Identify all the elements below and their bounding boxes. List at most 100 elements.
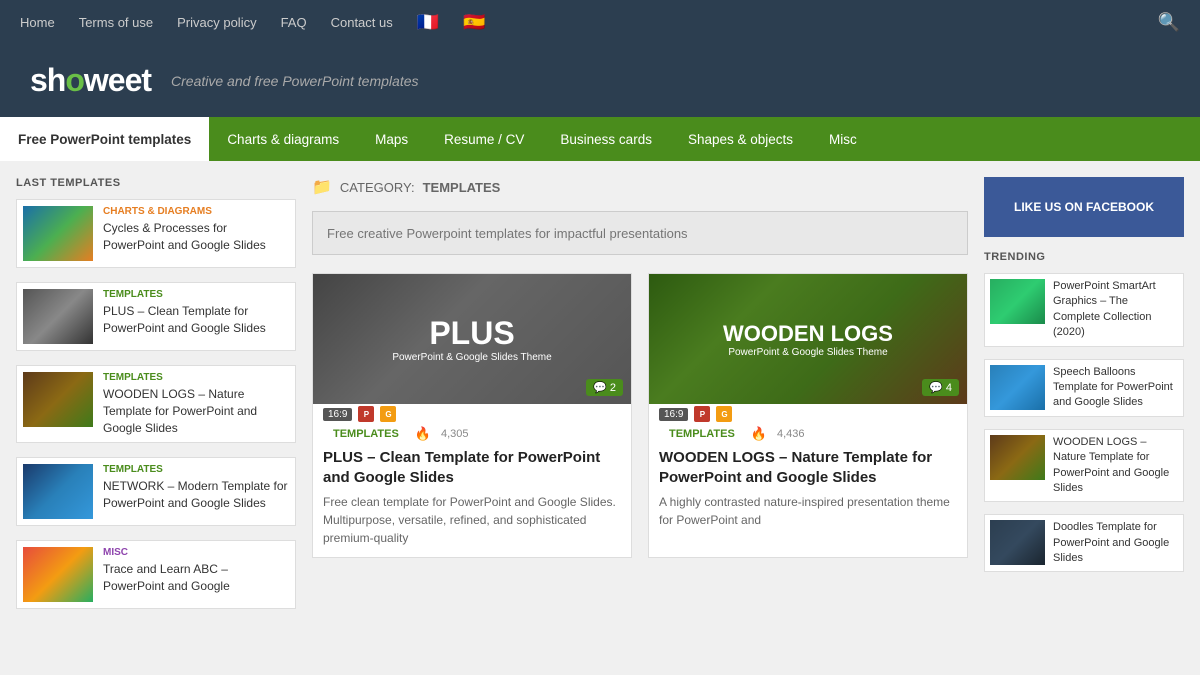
nav-business-cards[interactable]: Business cards	[542, 117, 670, 161]
sidebar-item-info-trace: MISC Trace and Learn ABC – PowerPoint an…	[103, 547, 289, 602]
card-plus-subtitle: PowerPoint & Google Slides Theme	[392, 352, 551, 363]
trending-thumb-speech	[990, 365, 1045, 410]
card-plus-desc: Free clean template for PowerPoint and G…	[323, 493, 621, 547]
sidebar-thumb-trace	[23, 547, 93, 602]
main-navigation: Free PowerPoint templates Charts & diagr…	[0, 117, 1200, 161]
comment-count-plus: 2	[610, 382, 616, 394]
trending-item-speech[interactable]: Speech Balloons Template for PowerPoint …	[984, 359, 1184, 417]
trending-item-doodles[interactable]: Doodles Template for PowerPoint and Goog…	[984, 514, 1184, 572]
card-wooden[interactable]: WOODEN LOGS PowerPoint & Google Slides T…	[648, 273, 968, 558]
trending-item-smartart[interactable]: PowerPoint SmartArt Graphics – The Compl…	[984, 273, 1184, 347]
sidebar-item-cycles[interactable]: CHARTS & DIAGRAMS Cycles & Processes for…	[16, 199, 296, 268]
sidebar-cat-network: TEMPLATES	[103, 464, 289, 475]
sidebar-item-trace[interactable]: MISC Trace and Learn ABC – PowerPoint an…	[16, 540, 296, 609]
card-thumb-plus: PLUS PowerPoint & Google Slides Theme 💬 …	[313, 274, 631, 404]
search-icon[interactable]: 🔍	[1158, 12, 1180, 33]
cards-grid: PLUS PowerPoint & Google Slides Theme 💬 …	[312, 273, 968, 558]
card-plus-body: PLUS – Clean Template for PowerPoint and…	[313, 444, 631, 557]
facebook-box[interactable]: LIKE US ON FACEBOOK	[984, 177, 1184, 237]
trending-thumb-doodles	[990, 520, 1045, 565]
sidebar-title-plus: PLUS – Clean Template for PowerPoint and…	[103, 303, 289, 337]
card-wooden-meta: 16:9 P G	[649, 404, 967, 424]
sidebar-right: LIKE US ON FACEBOOK TRENDING PowerPoint …	[984, 177, 1184, 623]
top-navigation: Home Terms of use Privacy policy FAQ Con…	[0, 0, 1200, 44]
nav-charts[interactable]: Charts & diagrams	[209, 117, 357, 161]
top-nav-right: 🔍	[1158, 12, 1180, 33]
card-plus-views: 4,305	[441, 428, 469, 440]
sidebar-title-trace: Trace and Learn ABC – PowerPoint and Goo…	[103, 561, 289, 595]
trending-title-doodles: Doodles Template for PowerPoint and Goog…	[1053, 520, 1178, 566]
card-wooden-title-big: WOODEN LOGS	[723, 321, 893, 347]
sidebar-item-network[interactable]: TEMPLATES NETWORK – Modern Template for …	[16, 457, 296, 526]
site-tagline: Creative and free PowerPoint templates	[171, 73, 418, 89]
trending-title-speech: Speech Balloons Template for PowerPoint …	[1053, 365, 1178, 411]
ratio-badge-wooden: 16:9	[659, 408, 688, 421]
nav-shapes[interactable]: Shapes & objects	[670, 117, 811, 161]
card-wooden-body: WOODEN LOGS – Nature Template for PowerP…	[649, 444, 967, 539]
comment-badge-wooden: 💬 4	[922, 379, 959, 396]
comment-count-wooden: 4	[946, 382, 952, 394]
main-content: 📁 CATEGORY: TEMPLATES PLUS PowerPoint & …	[312, 177, 968, 623]
nav-resume[interactable]: Resume / CV	[426, 117, 542, 161]
sidebar-left: LAST TEMPLATES CHARTS & DIAGRAMS Cycles …	[16, 177, 296, 623]
sidebar-section-title: LAST TEMPLATES	[16, 177, 296, 189]
flag-fr[interactable]: 🇫🇷	[417, 12, 439, 33]
sidebar-item-wooden[interactable]: TEMPLATES WOODEN LOGS – Nature Template …	[16, 365, 296, 443]
sidebar-item-info-plus: TEMPLATES PLUS – Clean Template for Powe…	[103, 289, 289, 344]
logo-o: o	[65, 62, 84, 98]
card-wooden-desc: A highly contrasted nature-inspired pres…	[659, 493, 957, 529]
category-name: TEMPLATES	[423, 180, 501, 195]
card-plus-title-big: PLUS	[392, 315, 551, 352]
card-wooden-subtitle: PowerPoint & Google Slides Theme	[723, 347, 893, 358]
trending-thumb-wooden2	[990, 435, 1045, 480]
comment-badge-plus: 💬 2	[586, 379, 623, 396]
sidebar-cat-plus: TEMPLATES	[103, 289, 289, 300]
card-wooden-title[interactable]: WOODEN LOGS – Nature Template for PowerP…	[659, 448, 957, 487]
comment-icon-wooden: 💬	[929, 381, 943, 394]
card-plus-cat: TEMPLATES	[323, 426, 409, 442]
sidebar-title-wooden: WOODEN LOGS – Nature Template for PowerP…	[103, 386, 289, 436]
sidebar-title-network: NETWORK – Modern Template for PowerPoint…	[103, 478, 289, 512]
search-input[interactable]	[327, 226, 953, 241]
nav-maps[interactable]: Maps	[357, 117, 426, 161]
sidebar-thumb-network	[23, 464, 93, 519]
site-header: showeet Creative and free PowerPoint tem…	[0, 44, 1200, 117]
nav-contact[interactable]: Contact us	[331, 15, 393, 30]
card-wooden-cat: TEMPLATES	[659, 426, 745, 442]
sidebar-title-cycles: Cycles & Processes for PowerPoint and Go…	[103, 220, 289, 254]
sidebar-cat-wooden: TEMPLATES	[103, 372, 289, 383]
nav-privacy[interactable]: Privacy policy	[177, 15, 256, 30]
card-plus-title[interactable]: PLUS – Clean Template for PowerPoint and…	[323, 448, 621, 487]
trending-title: TRENDING	[984, 251, 1184, 263]
trending-thumb-smartart	[990, 279, 1045, 324]
trending-item-wooden2[interactable]: WOODEN LOGS – Nature Template for PowerP…	[984, 429, 1184, 503]
top-nav-links: Home Terms of use Privacy policy FAQ Con…	[20, 12, 486, 33]
trending-title-smartart: PowerPoint SmartArt Graphics – The Compl…	[1053, 279, 1178, 341]
fire-icon-plus: 🔥	[415, 426, 431, 442]
sidebar-item-info-network: TEMPLATES NETWORK – Modern Template for …	[103, 464, 289, 519]
card-thumb-wooden: WOODEN LOGS PowerPoint & Google Slides T…	[649, 274, 967, 404]
nav-home[interactable]: Home	[20, 15, 55, 30]
sidebar-item-plus[interactable]: TEMPLATES PLUS – Clean Template for Powe…	[16, 282, 296, 351]
goog-badge-plus: G	[380, 406, 396, 422]
nav-faq[interactable]: FAQ	[281, 15, 307, 30]
nav-misc[interactable]: Misc	[811, 117, 875, 161]
sidebar-thumb-wooden	[23, 372, 93, 427]
trending-title-wooden2: WOODEN LOGS – Nature Template for PowerP…	[1053, 435, 1178, 497]
card-wooden-views: 4,436	[777, 428, 805, 440]
search-box[interactable]	[312, 211, 968, 255]
goog-badge-wooden: G	[716, 406, 732, 422]
site-logo[interactable]: showeet	[30, 62, 151, 99]
sidebar-item-info-wooden: TEMPLATES WOODEN LOGS – Nature Template …	[103, 372, 289, 436]
content-area: LAST TEMPLATES CHARTS & DIAGRAMS Cycles …	[0, 161, 1200, 639]
sidebar-thumb-plus	[23, 289, 93, 344]
category-label: CATEGORY:	[340, 180, 415, 195]
sidebar-cat-trace: MISC	[103, 547, 289, 558]
card-plus[interactable]: PLUS PowerPoint & Google Slides Theme 💬 …	[312, 273, 632, 558]
flag-es[interactable]: 🇪🇸	[463, 12, 485, 33]
nav-free-templates[interactable]: Free PowerPoint templates	[0, 117, 209, 161]
sidebar-cat-cycles: CHARTS & DIAGRAMS	[103, 206, 289, 217]
card-wooden-cat-row: TEMPLATES 🔥 4,436	[649, 424, 967, 444]
nav-terms[interactable]: Terms of use	[79, 15, 153, 30]
card-plus-meta: 16:9 P G	[313, 404, 631, 424]
